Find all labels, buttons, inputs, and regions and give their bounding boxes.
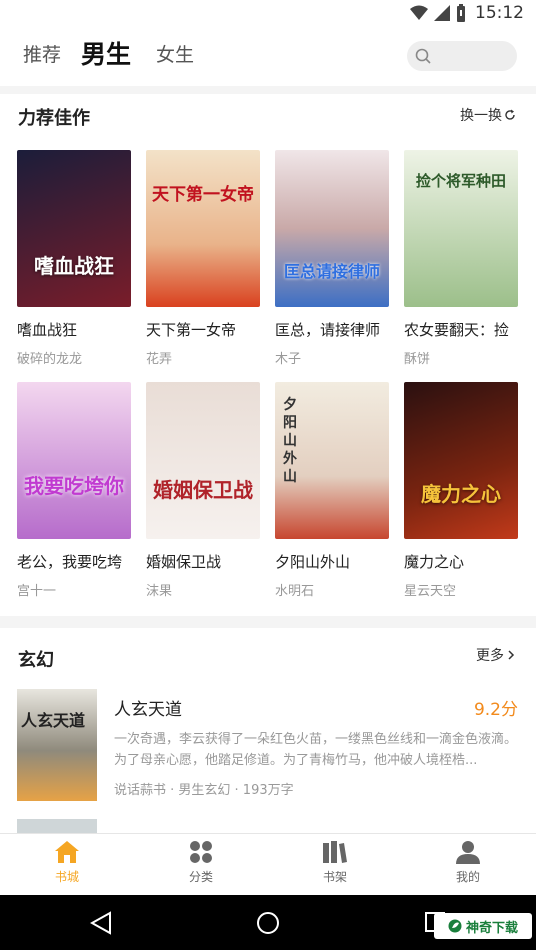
cover-title: 匡总请接律师 (283, 262, 380, 281)
profile-icon (456, 841, 480, 864)
book-title: 老公，我要吃垮 (17, 553, 123, 571)
section-title: 玄幻 (18, 650, 54, 671)
refresh-button[interactable]: 换一换 (460, 105, 516, 125)
home-icon (55, 841, 79, 863)
book-cover: 人玄天道 (17, 689, 97, 801)
book-card[interactable]: 我要吃垮你 老公，我要吃垮 宫十一 (17, 382, 131, 599)
home-button-icon[interactable] (256, 911, 280, 935)
signal-icon (434, 5, 450, 21)
search-icon (415, 48, 431, 64)
list-item[interactable]: 人玄天道 人玄天道 9.2分 一次奇遇，李云获得了一朵红色火苗，一缕黑色丝线和一… (0, 689, 536, 809)
book-card[interactable]: 嗜血战狂 嗜血战狂 破碎的龙龙 (17, 150, 131, 367)
book-cover: 嗜血战狂 (17, 150, 131, 307)
cover-title: 婚姻保卫战 (153, 478, 253, 502)
top-header: 推荐 男生 女生 (0, 26, 536, 86)
book-title: 匡总，请接律师 (275, 321, 381, 339)
more-button[interactable]: 更多 (476, 645, 516, 665)
book-title: 天下第一女帝 (146, 321, 237, 339)
back-icon[interactable] (90, 911, 112, 935)
book-card[interactable]: 魔力之心 魔力之心 星云天空 (404, 382, 518, 599)
book-cover: 我要吃垮你 (17, 382, 131, 539)
nav-bookshelf[interactable]: 书架 (290, 840, 380, 885)
book-author: 花弄 (146, 352, 173, 367)
book-card[interactable]: 匡总请接律师 匡总，请接律师 木子 (275, 150, 389, 367)
cover-title: 嗜血战狂 (34, 254, 114, 278)
system-nav-bar: 神奇下载 (0, 895, 536, 950)
book-title: 魔力之心 (404, 553, 465, 571)
cover-title: 夕阳山外山 (283, 397, 297, 485)
book-title: 婚姻保卫战 (146, 553, 222, 571)
book-card[interactable]: 天下第一女帝 天下第一女帝 花弄 (146, 150, 260, 367)
book-title: 农女要翻天：捡 (404, 321, 510, 339)
battery-icon (457, 4, 465, 22)
tab-recommend[interactable]: 推荐 (23, 40, 61, 67)
book-title: 夕阳山外山 (275, 553, 351, 571)
search-box[interactable] (407, 41, 517, 71)
leaf-icon (448, 919, 462, 933)
nav-label: 分类 (188, 870, 213, 884)
book-card[interactable]: 婚姻保卫战 婚姻保卫战 沫果 (146, 382, 260, 599)
cover-title: 我要吃垮你 (24, 474, 124, 498)
fantasy-section: 玄幻 更多 人玄天道 人玄天道 9.2分 一次奇遇，李云获得了一朵红色火苗，一缕… (0, 628, 536, 833)
book-title: 嗜血战狂 (17, 321, 78, 339)
book-cover: 天下第一女帝 (146, 150, 260, 307)
book-score: 9.2分 (473, 700, 518, 720)
book-cover: 匡总请接律师 (275, 150, 389, 307)
book-cover: 夕阳山外山 (275, 382, 389, 539)
book-card[interactable]: 捡个将军种田 农女要翻天：捡 酥饼 (404, 150, 518, 367)
nav-profile[interactable]: 我的 (423, 840, 513, 885)
book-cover: 捡个将军种田 (404, 150, 518, 307)
nav-category[interactable]: 分类 (156, 840, 246, 885)
more-label: 更多 (476, 648, 504, 664)
nav-bookstore[interactable]: 书城 (22, 840, 112, 885)
status-icons (410, 4, 466, 22)
watermark-logo: 神奇下载 (434, 913, 532, 939)
book-cover: 婚姻保卫战 (146, 382, 260, 539)
bookshelf-icon (323, 841, 347, 863)
clock: 15:12 (475, 3, 524, 23)
book-meta: 说话蒜书 · 男生玄幻 · 193万字 (114, 783, 294, 798)
tab-female[interactable]: 女生 (156, 40, 194, 67)
recommend-section: 力荐佳作 换一换 嗜血战狂 嗜血战狂 破碎的龙龙 天下第一女帝 天下第一女帝 花… (0, 94, 536, 616)
book-author: 星云天空 (404, 584, 457, 599)
wifi-icon (410, 5, 428, 20)
refresh-label: 换一换 (460, 108, 502, 124)
bottom-nav: 书城 分类 书架 我的 (0, 833, 536, 896)
refresh-icon (505, 109, 515, 120)
nav-label: 书城 (54, 870, 79, 884)
book-author: 水明石 (275, 584, 315, 599)
nav-label: 我的 (455, 870, 480, 884)
book-cover (17, 819, 97, 833)
chevron-right-icon (508, 650, 515, 660)
book-description: 一次奇遇，李云获得了一朵红色火苗，一缕黑色丝线和一滴金色液滴。为了母亲心愿，他踏… (114, 732, 518, 768)
nav-label: 书架 (322, 870, 347, 884)
book-author: 酥饼 (404, 352, 431, 367)
book-author: 宫十一 (17, 584, 57, 599)
cover-title: 人玄天道 (21, 711, 86, 730)
section-title: 力荐佳作 (18, 108, 90, 129)
book-title: 人玄天道 (114, 700, 182, 720)
book-author: 破碎的龙龙 (17, 352, 83, 367)
status-bar: 15:12 (0, 0, 536, 26)
tab-male[interactable]: 男生 (81, 35, 131, 71)
cover-title: 捡个将军种田 (415, 172, 506, 190)
watermark-text: 神奇下载 (465, 920, 518, 936)
cover-title: 天下第一女帝 (152, 185, 254, 205)
book-card[interactable]: 夕阳山外山 夕阳山外山 水明石 (275, 382, 389, 599)
book-author: 沫果 (146, 584, 173, 599)
cover-title: 魔力之心 (421, 482, 501, 506)
category-icon (190, 841, 212, 863)
book-author: 木子 (275, 352, 302, 367)
book-cover: 魔力之心 (404, 382, 518, 539)
